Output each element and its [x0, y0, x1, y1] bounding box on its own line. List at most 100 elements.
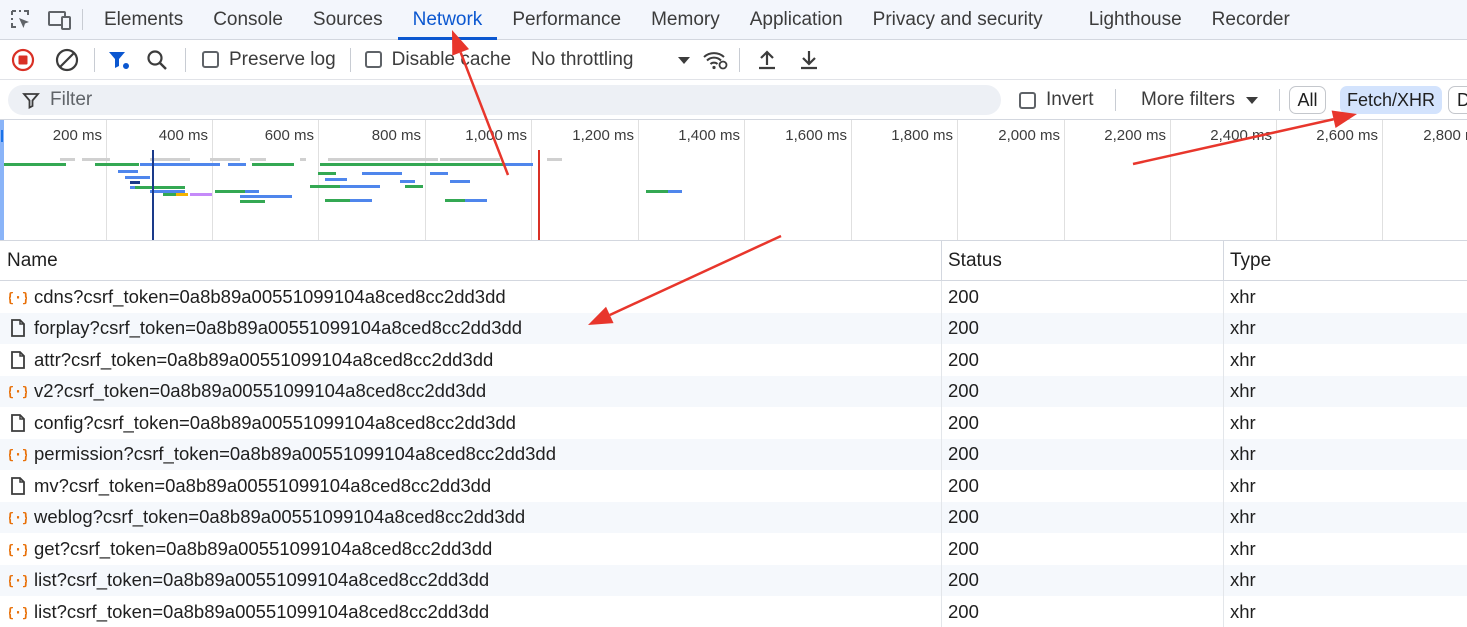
type-filter-doc[interactable]: D: [1448, 86, 1467, 114]
request-name-cell[interactable]: {·} weblog?csrf_token=0a8b89a00551099104a…: [0, 501, 942, 533]
table-row[interactable]: {·} permission?csrf_token=0a8b89a00551099…: [0, 438, 1467, 470]
request-name-cell[interactable]: attr?csrf_token=0a8b89a00551099104a8ced8…: [0, 344, 942, 376]
overview-request-bar: [135, 186, 185, 189]
table-row[interactable]: {·} list?csrf_token=0a8b89a00551099104a8c…: [0, 564, 1467, 596]
tab-application[interactable]: Application: [735, 0, 858, 39]
table-row[interactable]: mv?csrf_token=0a8b89a00551099104a8ced8cc…: [0, 470, 1467, 502]
fetch-xhr-icon: {·}: [8, 539, 28, 559]
type-filter-fetch-xhr[interactable]: Fetch/XHR: [1340, 86, 1442, 114]
stop-recording-button[interactable]: [0, 40, 46, 80]
overview-request-bar: [210, 158, 240, 161]
export-har-icon[interactable]: [788, 40, 830, 80]
invert-label: Invert: [1046, 89, 1094, 110]
clear-icon[interactable]: [46, 40, 88, 80]
tab-memory[interactable]: Memory: [636, 0, 735, 39]
table-row[interactable]: attr?csrf_token=0a8b89a00551099104a8ced8…: [0, 344, 1467, 376]
svg-text:{·}: {·}: [9, 511, 27, 526]
request-name-cell[interactable]: config?csrf_token=0a8b89a00551099104a8ce…: [0, 407, 942, 439]
throttling-select[interactable]: No throttling: [531, 49, 697, 71]
network-overview[interactable]: 200 ms 400 ms 600 ms 800 ms 1,000 ms 1,200 ms…: [0, 120, 1467, 241]
checkbox-box[interactable]: [364, 51, 382, 68]
network-toolbar: Preserve log Disable cache No throttling: [0, 40, 1467, 80]
request-name-cell[interactable]: {·} list?csrf_token=0a8b89a00551099104a8c…: [0, 596, 942, 627]
request-name-cell[interactable]: {·} list?csrf_token=0a8b89a00551099104a8c…: [0, 564, 942, 596]
request-name-cell[interactable]: {·} permission?csrf_token=0a8b89a00551099…: [0, 438, 942, 470]
overview-request-bar: [328, 158, 438, 161]
request-type-cell: xhr: [1230, 443, 1256, 465]
request-type-cell: xhr: [1230, 317, 1256, 339]
filter-input[interactable]: Filter: [8, 85, 1001, 115]
tab-console[interactable]: Console: [198, 0, 298, 39]
overview-request-bar: [320, 163, 505, 166]
table-row[interactable]: {·} weblog?csrf_token=0a8b89a00551099104a…: [0, 501, 1467, 533]
request-name-cell[interactable]: {·} v2?csrf_token=0a8b89a00551099104a8ced…: [0, 375, 942, 407]
tab-lighthouse[interactable]: Lighthouse: [1074, 0, 1197, 39]
request-status-cell: 200: [942, 407, 1224, 439]
request-type-cell: xhr: [1230, 506, 1256, 528]
request-name-cell[interactable]: mv?csrf_token=0a8b89a00551099104a8ced8cc…: [0, 470, 942, 502]
request-name: list?csrf_token=0a8b89a00551099104a8ced8…: [34, 569, 490, 591]
overview-request-bar: [362, 172, 402, 175]
overview-request-bar: [215, 190, 250, 193]
svg-text:{·}: {·}: [9, 574, 27, 589]
preserve-log-checkbox[interactable]: Preserve log: [202, 49, 336, 71]
overview-request-bar: [150, 190, 185, 193]
fetch-xhr-icon: {·}: [8, 444, 28, 464]
tab-performance[interactable]: Performance: [497, 0, 636, 39]
disable-cache-label: Disable cache: [391, 48, 512, 70]
request-name: weblog?csrf_token=0a8b89a00551099104a8ce…: [34, 506, 526, 528]
search-icon[interactable]: [135, 40, 179, 80]
device-toolbar-icon[interactable]: [42, 0, 78, 40]
request-name: attr?csrf_token=0a8b89a00551099104a8ced8…: [34, 348, 494, 370]
more-filters-dropdown[interactable]: More filters: [1141, 80, 1259, 120]
column-header-type[interactable]: Type: [1224, 241, 1467, 281]
svg-text:{·}: {·}: [9, 606, 27, 621]
import-har-icon[interactable]: [746, 40, 788, 80]
request-type-cell: xhr: [1230, 600, 1256, 622]
load-event-marker: [538, 150, 540, 240]
overview-request-bar: [95, 163, 139, 166]
table-row[interactable]: {·} cdns?csrf_token=0a8b89a00551099104a8c…: [0, 281, 1467, 313]
request-status-cell: 200: [942, 344, 1224, 376]
overview-request-bar: [668, 190, 682, 193]
table-row[interactable]: {·} v2?csrf_token=0a8b89a00551099104a8ced…: [0, 375, 1467, 407]
tab-recorder[interactable]: Recorder: [1197, 0, 1305, 39]
more-filters-label: More filters: [1141, 89, 1235, 110]
overview-request-bar: [176, 193, 188, 196]
filter-funnel-icon[interactable]: [101, 40, 135, 80]
table-body: {·} cdns?csrf_token=0a8b89a00551099104a8c…: [0, 281, 1467, 627]
divider: [94, 47, 95, 72]
overview-request-bar: [4, 163, 66, 166]
tab-elements[interactable]: Elements: [89, 0, 198, 39]
overview-request-bar: [350, 199, 372, 202]
request-name-cell[interactable]: forplay?csrf_token=0a8b89a00551099104a8c…: [0, 312, 942, 344]
checkbox-box[interactable]: [1019, 91, 1036, 109]
select-element-icon[interactable]: [0, 0, 42, 40]
table-row[interactable]: config?csrf_token=0a8b89a00551099104a8ce…: [0, 407, 1467, 439]
invert-checkbox[interactable]: Invert: [1019, 80, 1094, 120]
overview-request-bar: [505, 163, 533, 166]
type-filter-all[interactable]: All: [1289, 86, 1326, 114]
table-row[interactable]: {·} list?csrf_token=0a8b89a00551099104a8c…: [0, 596, 1467, 627]
fetch-xhr-icon: {·}: [8, 570, 28, 590]
column-header-name[interactable]: Name: [0, 241, 942, 281]
svg-text:{·}: {·}: [9, 448, 27, 463]
tab-sources[interactable]: Sources: [298, 0, 398, 39]
overview-request-bar: [190, 193, 212, 196]
request-type-cell: xhr: [1230, 380, 1256, 402]
tab-privacy-and-security[interactable]: Privacy and security: [858, 0, 1058, 39]
request-name-cell[interactable]: {·} get?csrf_token=0a8b89a00551099104a8ce…: [0, 533, 942, 565]
chevron-down-icon: [678, 56, 691, 64]
request-name-cell[interactable]: {·} cdns?csrf_token=0a8b89a00551099104a8c…: [0, 281, 942, 313]
disable-cache-checkbox[interactable]: Disable cache: [364, 48, 512, 71]
overview-request-bar: [430, 172, 448, 175]
column-header-status[interactable]: Status: [942, 241, 1224, 281]
network-conditions-icon[interactable]: [697, 40, 733, 80]
tab-network[interactable]: Network: [397, 0, 498, 40]
overview-request-bar: [300, 158, 306, 161]
overview-request-bar: [325, 178, 347, 181]
divider: [1115, 89, 1116, 111]
table-row[interactable]: forplay?csrf_token=0a8b89a00551099104a8c…: [0, 312, 1467, 344]
checkbox-box[interactable]: [202, 51, 219, 68]
table-row[interactable]: {·} get?csrf_token=0a8b89a00551099104a8ce…: [0, 533, 1467, 565]
